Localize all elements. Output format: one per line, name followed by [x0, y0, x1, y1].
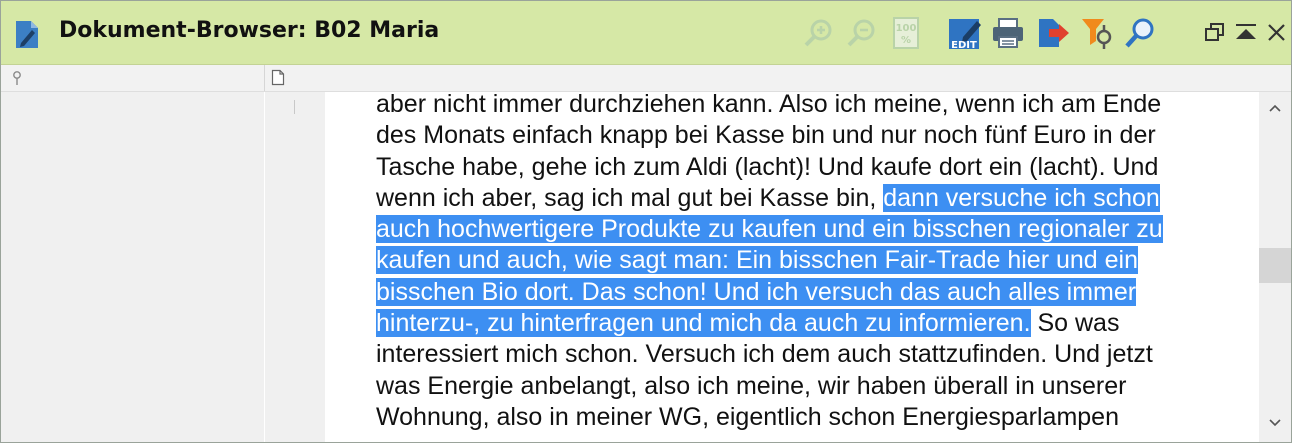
svg-text:%: %: [901, 35, 911, 46]
svg-text:100: 100: [896, 23, 917, 34]
export-icon[interactable]: [1035, 15, 1071, 51]
code-stripes-panel[interactable]: [1, 92, 264, 442]
document-browser-window: Dokument-Browser: B02 Maria 100% EDIT ab…: [0, 0, 1292, 443]
scroll-up-icon[interactable]: [1268, 101, 1282, 113]
search-icon[interactable]: [1122, 15, 1158, 51]
zoom-in-icon[interactable]: [801, 15, 837, 51]
svg-text:EDIT: EDIT: [951, 40, 977, 51]
column-separator[interactable]: [264, 65, 265, 91]
paragraph-marker: [294, 100, 295, 114]
window-title: Dokument-Browser: B02 Maria: [59, 18, 440, 43]
document-text-area[interactable]: aber nicht immer durchziehen kann. Also …: [325, 92, 1259, 442]
edit-icon[interactable]: EDIT: [947, 15, 983, 51]
document-icon: [13, 18, 41, 50]
paragraph-gutter[interactable]: [265, 92, 325, 442]
column-header: [1, 65, 1291, 92]
page-icon: [271, 69, 285, 86]
scrollbar-thumb[interactable]: [1259, 248, 1291, 283]
vertical-scrollbar[interactable]: [1259, 92, 1291, 442]
zoom-100-icon[interactable]: 100%: [888, 15, 924, 51]
close-icon[interactable]: [1258, 15, 1291, 51]
scroll-down-icon[interactable]: [1268, 416, 1282, 428]
title-bar: Dokument-Browser: B02 Maria 100% EDIT: [1, 1, 1291, 65]
code-pin-icon: [11, 70, 23, 86]
print-icon[interactable]: [990, 15, 1026, 51]
filter-icon[interactable]: [1080, 15, 1116, 51]
zoom-out-icon[interactable]: [844, 15, 880, 51]
document-text[interactable]: aber nicht immer durchziehen kann. Also …: [376, 92, 1256, 433]
